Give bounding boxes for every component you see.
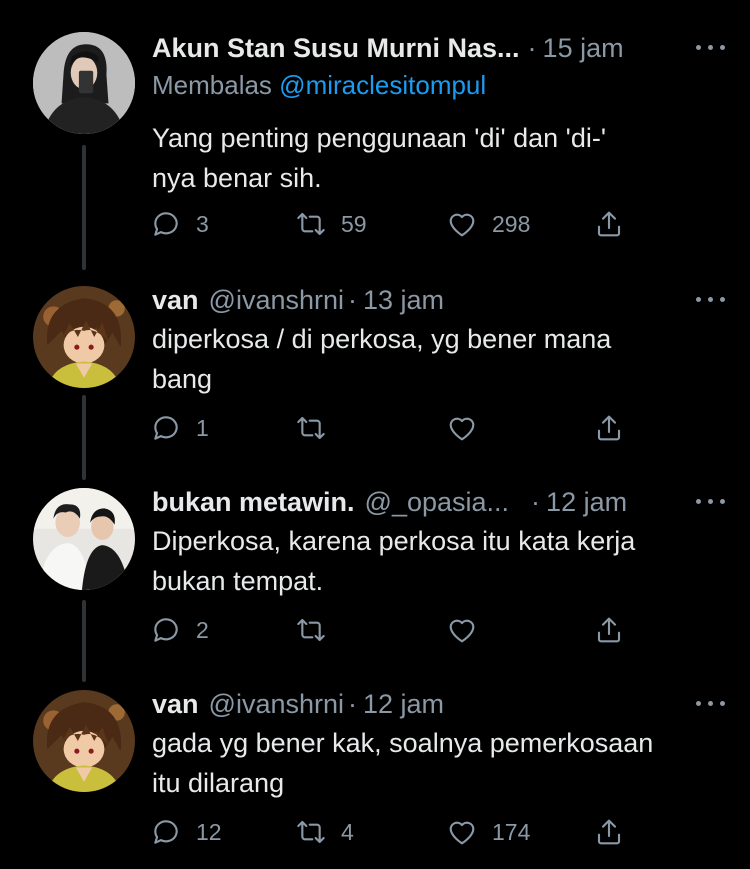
retweet-button[interactable]: [295, 408, 341, 448]
tweet-text-line: bukan tempat.: [152, 566, 324, 596]
retweet-icon: [297, 820, 325, 844]
tweet-text-line: itu dilarang: [152, 768, 285, 798]
heart-icon: [449, 619, 475, 643]
tweet-text: diperkosa / di perkosa, yg bener mana ba…: [152, 319, 720, 399]
separator-dot: ·: [348, 688, 357, 719]
share-button[interactable]: [593, 204, 625, 244]
tweet-header: van @ivanshrni · 13 jam: [152, 280, 730, 320]
display-name[interactable]: Akun Stan Susu Murni Nas...: [152, 33, 520, 64]
like-button[interactable]: 298: [446, 204, 530, 244]
tweet-text-line: nya benar sih.: [152, 163, 322, 193]
reply-icon: [154, 618, 178, 642]
heart-icon: [449, 821, 475, 845]
user-handle[interactable]: @_opasia...: [365, 487, 510, 518]
reply-icon: [154, 212, 178, 236]
separator-dot: ·: [527, 32, 537, 63]
anime-avatar-icon: [33, 286, 135, 388]
tweet-text-line: bang: [152, 364, 213, 394]
more-options-icon[interactable]: [696, 694, 730, 714]
share-button[interactable]: [593, 610, 625, 650]
tweet-text: Diperkosa, karena perkosa itu kata kerja…: [152, 521, 720, 601]
reply-count: 12: [196, 818, 222, 845]
more-options-icon[interactable]: [696, 492, 730, 512]
tweet[interactable]: van @ivanshrni · 12 jam gada yg bener ka…: [0, 684, 750, 864]
avatar[interactable]: [33, 488, 135, 590]
display-name[interactable]: van: [152, 689, 199, 720]
tweet-text: gada yg bener kak, soalnya pemerkosaan i…: [152, 723, 720, 803]
more-options-icon[interactable]: [696, 38, 730, 58]
tweet-text-line: Yang penting penggunaan 'di' dan 'di-': [152, 123, 606, 153]
tweet-header: bukan metawin. @_opasia... · 12 jam: [152, 482, 730, 522]
mention-link[interactable]: @miraclesitompul: [279, 70, 486, 100]
retweet-count: 59: [341, 210, 367, 237]
user-handle[interactable]: @ivanshrni: [209, 689, 344, 720]
like-button[interactable]: [446, 610, 492, 650]
anime-avatar-icon: [33, 690, 135, 792]
reply-button[interactable]: 1: [150, 408, 209, 448]
retweet-button[interactable]: [295, 610, 341, 650]
retweet-icon: [297, 416, 325, 440]
like-button[interactable]: [446, 408, 492, 448]
retweet-button[interactable]: 59: [295, 204, 367, 244]
share-icon: [597, 819, 621, 845]
display-name[interactable]: van: [152, 285, 199, 316]
display-name[interactable]: bukan metawin.: [152, 487, 355, 518]
reply-icon: [154, 820, 178, 844]
tweet-text: Yang penting penggunaan 'di' dan 'di-' n…: [152, 118, 720, 198]
heart-icon: [449, 213, 475, 237]
tweet-text-line: diperkosa / di perkosa, yg bener mana: [152, 324, 612, 354]
timestamp[interactable]: 12 jam: [363, 689, 444, 720]
two-people-photo-icon: [33, 488, 135, 590]
tweet-text-line: gada yg bener kak, soalnya pemerkosaan: [152, 728, 654, 758]
reply-button[interactable]: 2: [150, 610, 209, 650]
timestamp[interactable]: 12 jam: [546, 487, 627, 518]
share-icon: [597, 211, 621, 237]
tweet-header: van @ivanshrni · 12 jam: [152, 684, 730, 724]
reply-count: 2: [196, 616, 209, 643]
timestamp[interactable]: 13 jam: [363, 285, 444, 316]
separator-dot: ·: [531, 486, 541, 517]
replying-to: Membalas @miraclesitompul: [152, 70, 486, 101]
reply-button[interactable]: 3: [150, 204, 209, 244]
user-photo-icon: [33, 32, 135, 134]
timestamp[interactable]: 15 jam: [543, 33, 624, 64]
reply-count: 3: [196, 210, 209, 237]
retweet-icon: [297, 212, 325, 236]
retweet-button[interactable]: 4: [295, 812, 354, 852]
tweet-actions: 12 4 174: [150, 812, 640, 852]
avatar[interactable]: [33, 690, 135, 792]
retweet-icon: [297, 618, 325, 642]
share-button[interactable]: [593, 812, 625, 852]
reply-icon: [154, 416, 178, 440]
reply-button[interactable]: 12: [150, 812, 222, 852]
retweet-count: 4: [341, 818, 354, 845]
like-count: 174: [492, 818, 531, 845]
tweet[interactable]: bukan metawin. @_opasia... · 12 jam Dipe…: [0, 482, 750, 662]
share-icon: [597, 617, 621, 643]
user-handle[interactable]: @ivanshrni: [209, 285, 344, 316]
tweet[interactable]: van @ivanshrni · 13 jam diperkosa / di p…: [0, 280, 750, 460]
more-options-icon[interactable]: [696, 290, 730, 310]
tweet-actions: 1: [150, 408, 640, 448]
separator-dot: ·: [348, 284, 357, 315]
tweet-actions: 3 59 298: [150, 204, 640, 244]
tweet-actions: 2: [150, 610, 640, 650]
like-count: 298: [492, 210, 531, 237]
tweet-header: Akun Stan Susu Murni Nas... · 15 jam: [152, 28, 730, 68]
tweet[interactable]: Akun Stan Susu Murni Nas... · 15 jam Mem…: [0, 28, 750, 258]
share-button[interactable]: [593, 408, 625, 448]
avatar[interactable]: [33, 286, 135, 388]
like-button[interactable]: 174: [446, 812, 530, 852]
replying-to-label: Membalas: [152, 70, 272, 100]
avatar[interactable]: [33, 32, 135, 134]
reply-count: 1: [196, 414, 209, 441]
share-icon: [597, 415, 621, 441]
heart-icon: [449, 417, 475, 441]
tweet-text-line: Diperkosa, karena perkosa itu kata kerja: [152, 526, 636, 556]
